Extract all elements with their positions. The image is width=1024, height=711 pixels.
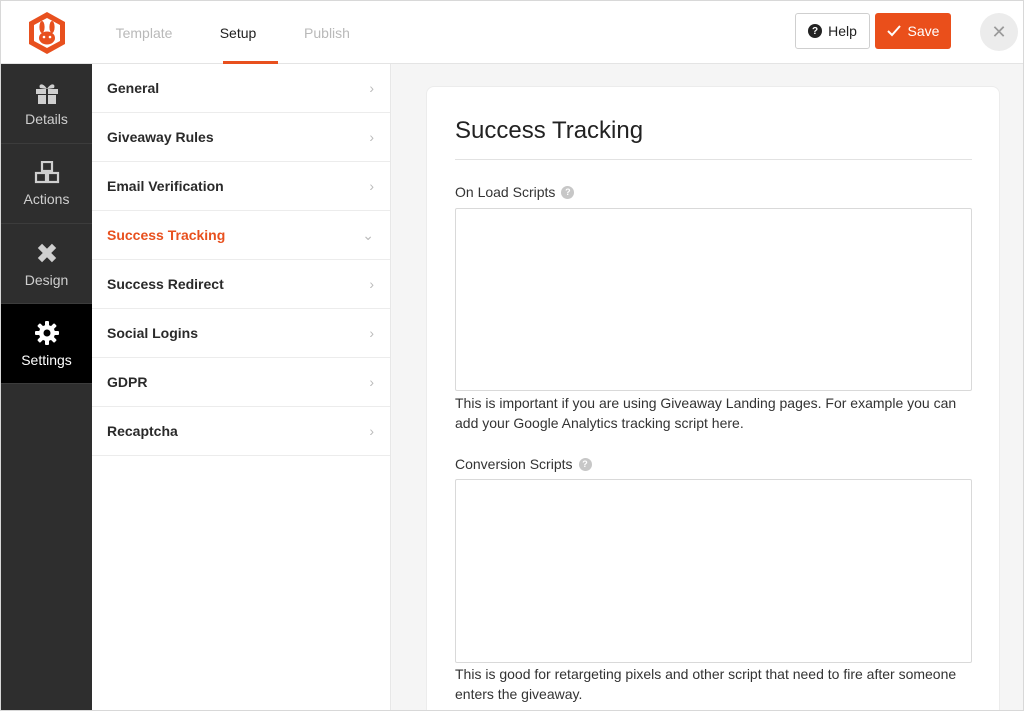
nav-item-design[interactable]: Design bbox=[1, 224, 92, 304]
help-button[interactable]: ? Help bbox=[795, 13, 870, 49]
onload-scripts-label-text: On Load Scripts bbox=[455, 184, 556, 200]
chevron-right-icon: › bbox=[369, 178, 374, 194]
nav-item-settings[interactable]: Settings bbox=[1, 304, 92, 384]
top-tabs: Template Setup Publish bbox=[92, 1, 374, 64]
menu-item-success-redirect[interactable]: Success Redirect › bbox=[92, 260, 390, 309]
nav-label-details: Details bbox=[25, 110, 68, 127]
menu-item-label: Success Tracking bbox=[107, 227, 226, 243]
tab-publish[interactable]: Publish bbox=[280, 1, 374, 64]
question-circle-icon: ? bbox=[808, 24, 823, 38]
onload-scripts-textarea[interactable] bbox=[455, 208, 972, 391]
boxes-icon bbox=[34, 160, 59, 183]
page-title: Success Tracking bbox=[455, 117, 644, 144]
close-icon: ✕ bbox=[991, 21, 1007, 42]
nav-label-settings: Settings bbox=[21, 351, 72, 368]
question-circle-icon[interactable]: ? bbox=[561, 185, 575, 199]
menu-item-label: General bbox=[107, 80, 160, 96]
chevron-right-icon: › bbox=[369, 374, 374, 390]
tab-template[interactable]: Template bbox=[92, 1, 196, 64]
menu-item-label: Email Verification bbox=[107, 178, 224, 194]
chevron-down-icon: ⌄ bbox=[362, 226, 374, 243]
settings-card: Success Tracking On Load Scripts ? This … bbox=[426, 86, 1000, 710]
menu-item-label: Giveaway Rules bbox=[107, 129, 214, 145]
nav-item-details[interactable]: Details bbox=[1, 64, 92, 144]
menu-item-label: Social Logins bbox=[107, 325, 199, 341]
logo bbox=[1, 1, 92, 64]
chevron-right-icon: › bbox=[369, 325, 374, 341]
pencil-ruler-icon bbox=[37, 243, 56, 262]
nav-label-design: Design bbox=[24, 271, 69, 288]
gift-icon bbox=[35, 83, 58, 104]
menu-item-recaptcha[interactable]: Recaptcha › bbox=[92, 407, 390, 456]
onload-scripts-help: This is important if you are using Givea… bbox=[455, 395, 957, 431]
menu-item-success-tracking[interactable]: Success Tracking ⌄ bbox=[92, 211, 390, 260]
onload-scripts-label: On Load Scripts ? bbox=[455, 184, 575, 200]
menu-item-label: Recaptcha bbox=[107, 423, 178, 439]
nav-item-actions[interactable]: Actions bbox=[1, 144, 92, 224]
chevron-right-icon: › bbox=[369, 129, 374, 145]
help-button-label: Help bbox=[828, 23, 857, 39]
checkmark-icon bbox=[886, 25, 901, 37]
rabbit-logo-icon bbox=[28, 11, 65, 54]
top-bar: Template Setup Publish ? Help Save ✕ bbox=[1, 1, 1023, 64]
chevron-right-icon: › bbox=[369, 276, 374, 292]
save-button-label: Save bbox=[907, 23, 940, 39]
close-button[interactable]: ✕ bbox=[980, 13, 1018, 51]
menu-item-gdpr[interactable]: GDPR › bbox=[92, 358, 390, 407]
menu-item-social-logins[interactable]: Social Logins › bbox=[92, 309, 390, 358]
conversion-scripts-label: Conversion Scripts ? bbox=[455, 456, 592, 472]
gear-icon bbox=[34, 320, 59, 345]
main-panel: Success Tracking On Load Scripts ? This … bbox=[392, 64, 1023, 710]
tab-setup[interactable]: Setup bbox=[196, 1, 280, 64]
menu-item-label: GDPR bbox=[107, 374, 148, 390]
conversion-scripts-textarea[interactable] bbox=[455, 479, 972, 663]
left-nav: Details Actions Design Settings bbox=[1, 64, 92, 710]
conversion-scripts-label-text: Conversion Scripts bbox=[455, 456, 573, 472]
menu-item-giveaway-rules[interactable]: Giveaway Rules › bbox=[92, 113, 390, 162]
question-circle-icon[interactable]: ? bbox=[578, 457, 592, 471]
title-divider bbox=[455, 159, 972, 160]
conversion-scripts-help: This is good for retargeting pixels and … bbox=[455, 666, 957, 702]
chevron-right-icon: › bbox=[369, 423, 374, 439]
settings-menu: General › Giveaway Rules › Email Verific… bbox=[92, 64, 391, 710]
chevron-right-icon: › bbox=[369, 80, 374, 96]
menu-item-label: Success Redirect bbox=[107, 276, 224, 292]
save-button[interactable]: Save bbox=[875, 13, 951, 49]
nav-label-actions: Actions bbox=[23, 190, 70, 207]
menu-item-email-verification[interactable]: Email Verification › bbox=[92, 162, 390, 211]
app-window: Template Setup Publish ? Help Save ✕ Det… bbox=[0, 0, 1024, 711]
menu-item-general[interactable]: General › bbox=[92, 64, 390, 113]
